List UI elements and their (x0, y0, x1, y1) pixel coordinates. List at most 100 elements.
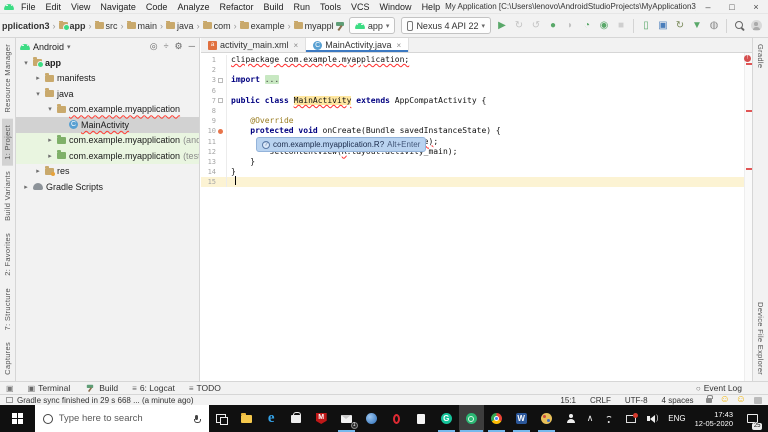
code-editor[interactable]: ? com.example.myapplication.R? Alt+Enter… (201, 53, 744, 381)
sync-project-button[interactable]: ↻ (672, 18, 688, 34)
sdk-manager-button[interactable]: ▼ (689, 18, 705, 34)
status-message[interactable]: Gradle sync finished in 29 s 668 ... (a … (17, 396, 194, 405)
opera-browser[interactable] (384, 405, 409, 432)
action-center-button[interactable]: 25 (742, 405, 762, 432)
minimize-button[interactable]: – (696, 2, 720, 12)
settings-gear-icon[interactable]: ⚙ (175, 41, 183, 52)
word[interactable]: W (509, 405, 534, 432)
code-line-14[interactable]: 14} (201, 167, 744, 178)
search-everywhere-button[interactable] (731, 18, 747, 34)
run-button[interactable]: ▶ (494, 18, 510, 34)
tool-window-button-terminal[interactable]: ▣ Terminal (28, 382, 71, 394)
menu-item-run[interactable]: Run (289, 2, 316, 12)
menu-item-view[interactable]: View (66, 2, 95, 12)
tree-item-res[interactable]: ▸ res (16, 164, 199, 180)
caret-position[interactable]: 15:1 (555, 396, 581, 405)
error-stripe-mark[interactable] (746, 110, 752, 112)
error-stripe-mark[interactable] (746, 168, 752, 170)
edge-browser[interactable]: e (259, 405, 284, 432)
chevron-down-icon[interactable]: ▾ (22, 59, 30, 67)
menu-item-window[interactable]: Window (375, 2, 417, 12)
breadcrumb-item-app[interactable]: app (58, 20, 87, 31)
run-with-coverage-button[interactable]: ◉ (596, 18, 612, 34)
chevron-right-icon[interactable]: ▸ (46, 136, 54, 144)
volume-icon[interactable]: ) (646, 412, 659, 425)
locate-file-icon[interactable]: ◎ (150, 41, 158, 52)
code-line-1[interactable]: 1 clipackage com.example.myapplication; (201, 55, 744, 66)
hide-panel-icon[interactable]: ─ (189, 41, 195, 52)
close-button[interactable]: × (744, 2, 768, 12)
stripe-item-2-favorites[interactable]: 2: Favorites (2, 227, 13, 282)
mail-app[interactable]: 1 (334, 405, 359, 432)
line-separator[interactable]: CRLF (585, 396, 616, 405)
avatar-button[interactable] (748, 18, 764, 34)
mcafee[interactable]: M (309, 405, 334, 432)
feedback-happy-icon[interactable]: ☺ (719, 395, 731, 405)
file-encoding[interactable]: UTF-8 (620, 396, 653, 405)
notepad[interactable] (409, 405, 434, 432)
tray-overflow-chevron-icon[interactable]: ∧ (587, 413, 594, 424)
tree-item-com-example-myapplication[interactable]: ▸ com.example.myapplication (androidTest) (16, 132, 199, 148)
tab-mainactivity-java[interactable]: C MainActivity.java × (306, 38, 410, 52)
breadcrumb-item-main[interactable]: main (126, 20, 159, 31)
microphone-icon[interactable] (193, 414, 201, 423)
avd-manager-button[interactable]: ▯ (638, 18, 654, 34)
chevron-down-icon[interactable]: ▾ (34, 90, 42, 98)
clock[interactable]: 17:43 12-05-2020 (695, 410, 733, 428)
stripe-item-captures[interactable]: Captures (2, 336, 13, 381)
menu-item-code[interactable]: Code (141, 2, 173, 12)
stripe-item-build-variants[interactable]: Build Variants (2, 165, 13, 227)
menu-item-vcs[interactable]: VCS (346, 2, 375, 12)
file-explorer[interactable] (234, 405, 259, 432)
breadcrumb-item-pplication3[interactable]: pplication3 (1, 21, 51, 31)
stripe-item-device-file-explorer[interactable]: Device File Explorer (755, 296, 766, 381)
paint[interactable] (534, 405, 559, 432)
device-dropdown[interactable]: Nexus 4 API 22 ▾ (401, 17, 491, 34)
breadcrumb-item-java[interactable]: java (165, 20, 195, 31)
menu-item-help[interactable]: Help (417, 2, 446, 12)
menu-item-refactor[interactable]: Refactor (214, 2, 258, 12)
feedback-sad-icon[interactable]: ☺ (735, 395, 747, 405)
code-line-2[interactable]: 2 (201, 65, 744, 76)
stripe-item-resource-manager[interactable]: Resource Manager (2, 38, 13, 119)
menu-item-tools[interactable]: Tools (315, 2, 346, 12)
menu-item-build[interactable]: Build (258, 2, 288, 12)
tree-item-com-example-myapplication[interactable]: ▸ com.example.myapplication (test) (16, 148, 199, 164)
error-stripe-mark[interactable] (746, 63, 752, 65)
menu-item-navigate[interactable]: Navigate (95, 2, 141, 12)
code-line-13[interactable]: 13 } (201, 156, 744, 168)
tab-activity-main-xml[interactable]: a activity_main.xml × (201, 38, 307, 52)
code-line-7[interactable]: 7 public class MainActivity extends AppCo… (201, 95, 744, 106)
chevron-right-icon[interactable]: ▸ (34, 167, 42, 175)
code-line-8[interactable]: 8 (201, 105, 744, 117)
error-stripe[interactable]: ! (744, 53, 752, 381)
tree-item-java[interactable]: ▾ java (16, 86, 199, 102)
project-view-selector[interactable]: Android (33, 42, 64, 52)
stripe-item-7-structure[interactable]: 7: Structure (2, 282, 13, 336)
quickfix-tooltip[interactable]: ? com.example.myapplication.R? Alt+Enter (256, 137, 427, 152)
tree-item-mainactivity[interactable]: C MainActivity (16, 117, 199, 133)
debug-button[interactable]: ● (545, 18, 561, 34)
task-view-button[interactable] (209, 405, 234, 432)
cortana-app[interactable] (359, 405, 384, 432)
code-line-15[interactable]: 15 (201, 176, 744, 188)
code-line-6[interactable]: 6 (201, 85, 744, 96)
menu-item-edit[interactable]: Edit (41, 2, 67, 12)
tree-item-com-example-myapplication[interactable]: ▾ com.example.myapplication (16, 102, 199, 118)
code-line-3[interactable]: 3 import ... (201, 75, 744, 86)
breadcrumb-item-example[interactable]: example (239, 20, 286, 31)
tool-window-switcher-icon[interactable]: ▣ (6, 384, 14, 393)
stripe-item-gradle[interactable]: Gradle (755, 38, 766, 74)
tree-item-app[interactable]: ▾ app (16, 55, 199, 71)
chrome-browser[interactable] (484, 405, 509, 432)
menu-item-file[interactable]: File (16, 2, 41, 12)
security-alert-icon[interactable] (624, 412, 638, 425)
memory-indicator-icon[interactable] (754, 396, 762, 404)
tree-item-gradle-scripts[interactable]: ▸ Gradle Scripts (16, 179, 199, 195)
tool-window-button-todo[interactable]: ≡ TODO (189, 382, 221, 394)
chevron-right-icon[interactable]: ▸ (46, 152, 54, 160)
breadcrumb-item-com[interactable]: com (202, 20, 232, 31)
tree-item-manifests[interactable]: ▸ manifests (16, 71, 199, 87)
event-log-button[interactable]: ○ Event Log (696, 383, 742, 393)
taskbar-search[interactable]: Type here to search (34, 405, 209, 432)
